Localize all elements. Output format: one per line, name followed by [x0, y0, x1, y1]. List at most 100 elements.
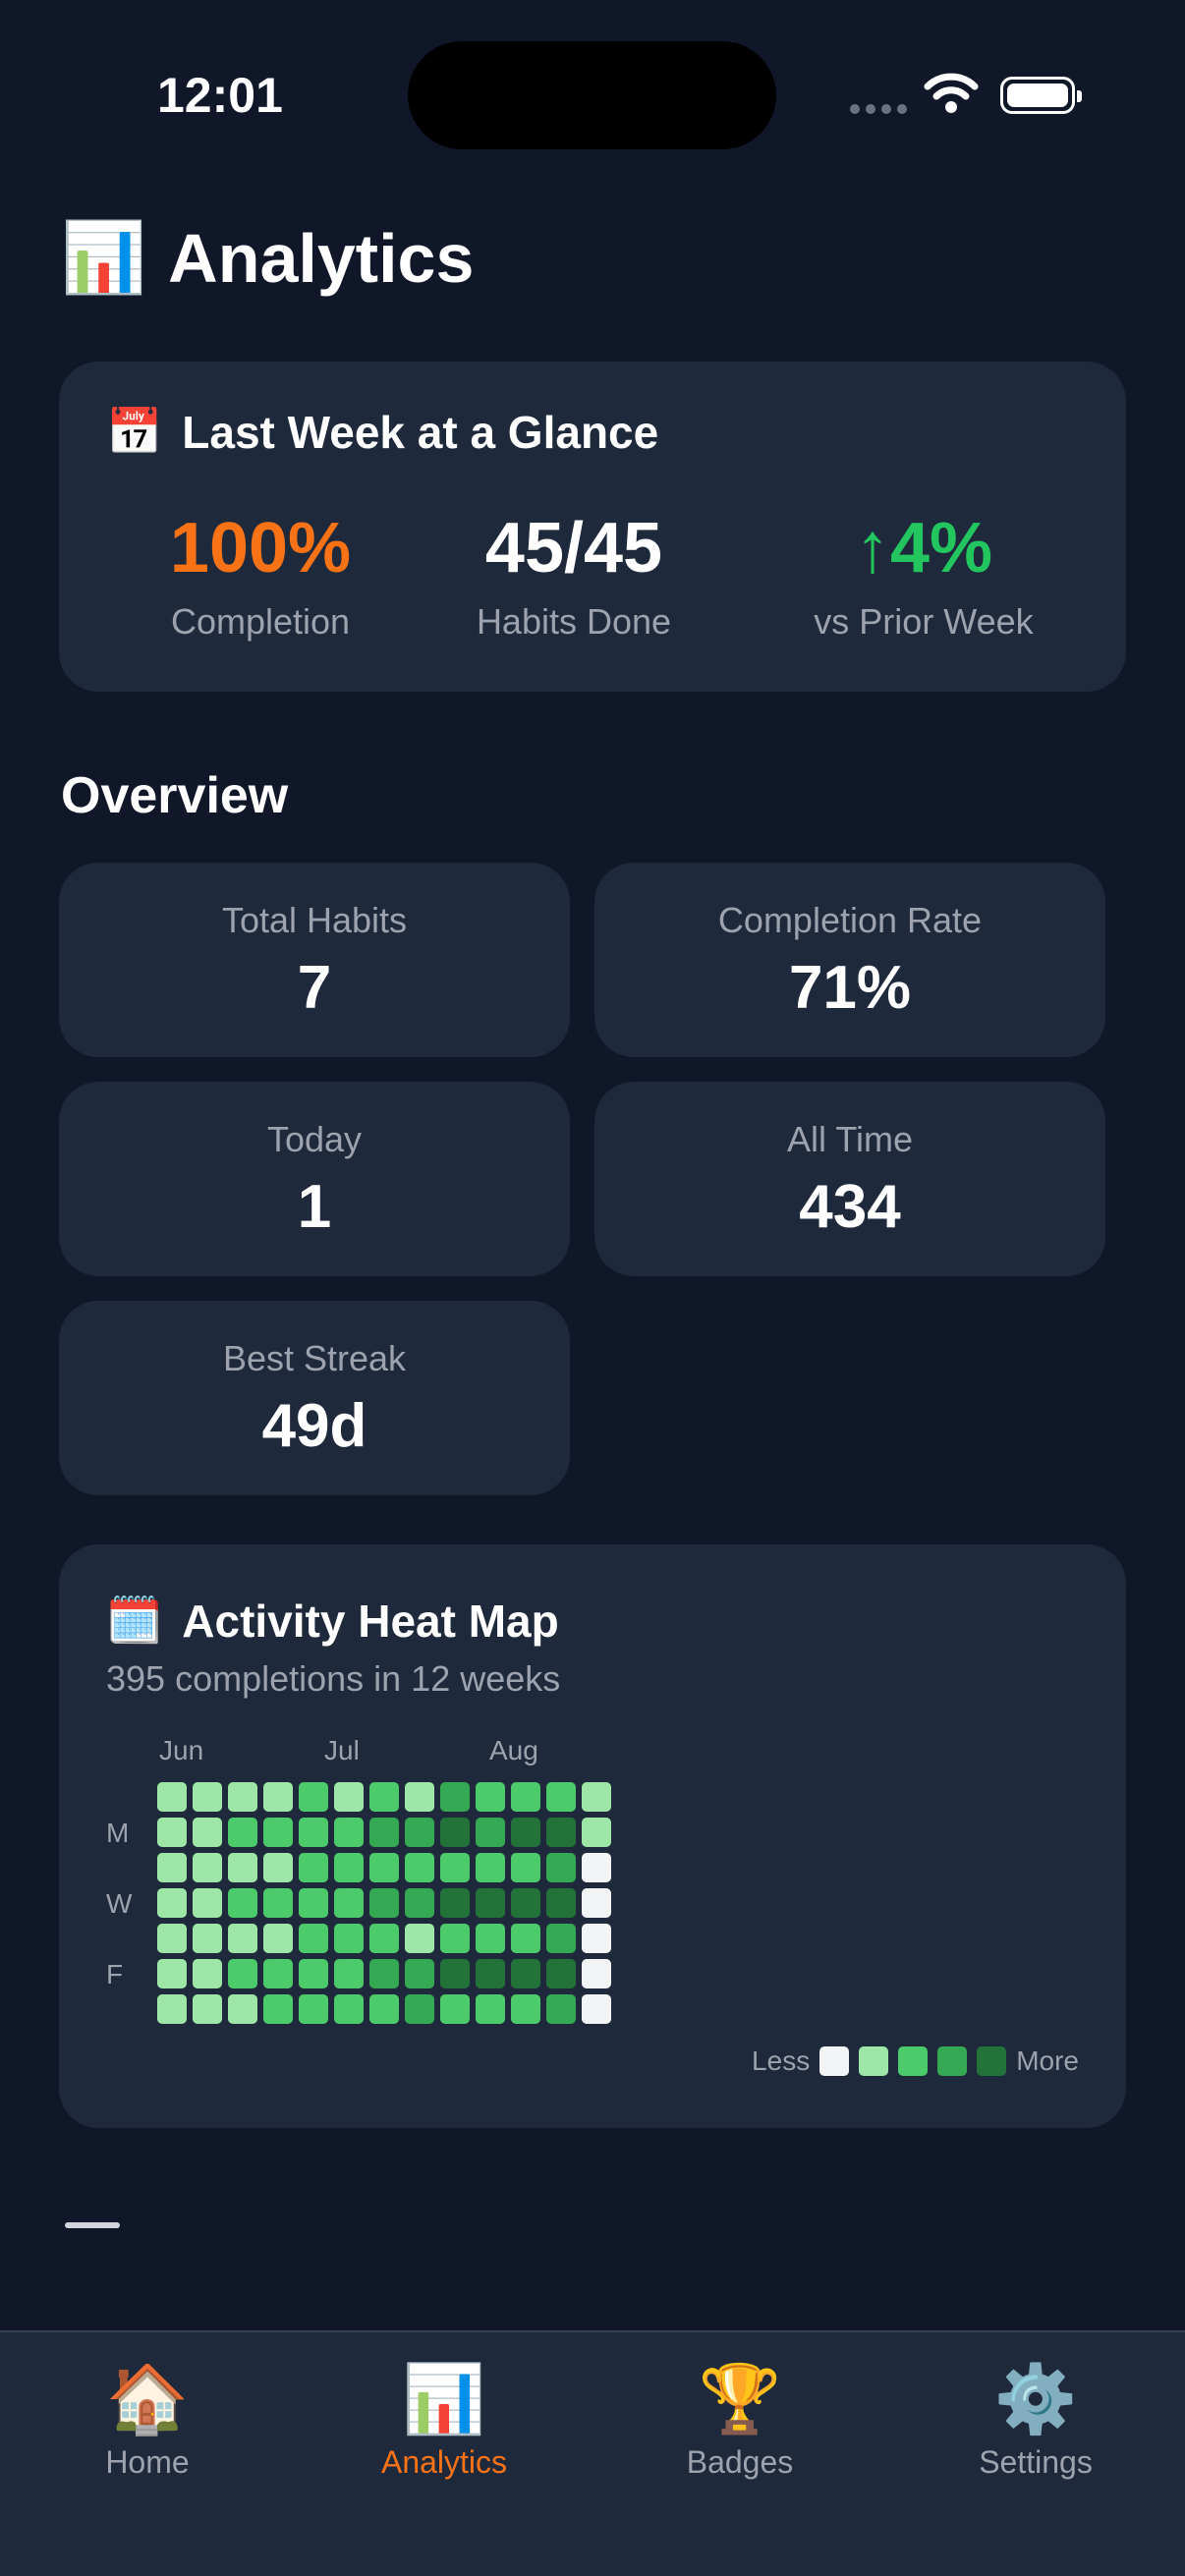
heatmap-cell	[369, 1888, 399, 1918]
stat-vs-prior-value: ↑4%	[854, 509, 993, 588]
heatmap-cell	[228, 1924, 257, 1953]
tile-label: Completion Rate	[717, 900, 983, 940]
heatmap-cell	[334, 1818, 364, 1847]
heatmap-cell	[582, 1853, 611, 1882]
heatmap-legend: Less More	[752, 2045, 1079, 2077]
legend-swatch	[859, 2046, 889, 2076]
heatmap-cell	[263, 1994, 293, 2024]
gear-icon: ⚙️	[993, 2362, 1078, 2436]
heatmap-cell	[440, 1888, 470, 1918]
heatmap-cell	[228, 1818, 257, 1847]
heatmap-cell	[157, 1782, 187, 1812]
tile-label: Today	[266, 1119, 363, 1159]
stat-habits-done-label: Habits Done	[476, 601, 672, 642]
tile-value: 434	[799, 1173, 901, 1241]
stat-vs-prior-label: vs Prior Week	[814, 601, 1034, 642]
tab-home[interactable]: 🏠 Home	[29, 2360, 265, 2481]
heatmap-cell	[263, 1853, 293, 1882]
legend-swatch	[937, 2046, 968, 2076]
trophy-icon: 🏆	[698, 2362, 782, 2436]
week-summary-card: 📅 Last Week at a Glance 100% Completion …	[59, 362, 1126, 692]
tile-value: 7	[297, 954, 332, 1022]
heatmap-cell	[476, 1782, 505, 1812]
heatmap-cell	[582, 1994, 611, 2024]
tab-settings[interactable]: ⚙️ Settings	[918, 2360, 1154, 2481]
heatmap-cell	[157, 1959, 187, 1988]
heatmap-cell	[334, 1924, 364, 1953]
page-title: 📊 Analytics	[61, 218, 474, 299]
heatmap-cell	[511, 1853, 540, 1882]
heatmap-grid	[157, 1782, 611, 2024]
heatmap-cell	[157, 1818, 187, 1847]
legend-swatch	[819, 2046, 850, 2076]
heatmap-cell	[299, 1994, 328, 2024]
heatmap-cell	[546, 1853, 576, 1882]
tab-label: Settings	[979, 2444, 1093, 2480]
tile-label: All Time	[786, 1119, 914, 1159]
heatmap-cell	[334, 1888, 364, 1918]
heatmap-cell	[582, 1782, 611, 1812]
heatmap-cell	[263, 1782, 293, 1812]
heatmap-cell	[582, 1818, 611, 1847]
tile-today: Today 1	[59, 1082, 570, 1276]
calendar-icon: 📅	[106, 406, 163, 457]
legend-more-label: More	[1016, 2045, 1079, 2076]
heatmap-cell	[193, 1853, 222, 1882]
stat-completion-value: 100%	[169, 509, 352, 588]
tile-completion-rate: Completion Rate 71%	[594, 863, 1105, 1057]
heatmap-cell	[228, 1994, 257, 2024]
heatmap-cell	[369, 1959, 399, 1988]
heatmap-card: 🗓️ Activity Heat Map 395 completions in …	[59, 1544, 1126, 2128]
heatmap-cell	[476, 1888, 505, 1918]
heatmap-cell	[157, 1853, 187, 1882]
heatmap-cell	[582, 1888, 611, 1918]
heatmap-cell	[157, 1888, 187, 1918]
tab-badges[interactable]: 🏆 Badges	[622, 2360, 858, 2481]
heatmap-cell	[334, 1994, 364, 2024]
heatmap-cell	[546, 1782, 576, 1812]
heatmap-cell	[193, 1994, 222, 2024]
tile-value: 71%	[788, 954, 912, 1022]
tab-analytics[interactable]: 📊 Analytics	[326, 2360, 562, 2481]
heatmap-cell	[546, 1924, 576, 1953]
overview-title: Overview	[61, 767, 289, 824]
stat-habits-done-value: 45/45	[484, 509, 663, 588]
tab-label: Analytics	[380, 2444, 508, 2480]
heatmap-cell	[546, 1959, 576, 1988]
heatmap-cell	[405, 1959, 434, 1988]
heatmap-cell	[263, 1888, 293, 1918]
heatmap-cell	[405, 1994, 434, 2024]
heatmap-cell	[263, 1818, 293, 1847]
heatmap-title: 🗓️ Activity Heat Map	[106, 1594, 559, 1648]
heatmap-cell	[193, 1959, 222, 1988]
heatmap-cell	[476, 1994, 505, 2024]
heatmap-cell	[299, 1959, 328, 1988]
heatmap-cell	[582, 1924, 611, 1953]
tab-label: Badges	[686, 2444, 794, 2480]
stat-habits-done: 45/45 Habits Done	[426, 509, 721, 643]
heatmap-cell	[228, 1782, 257, 1812]
spiral-calendar-icon: 🗓️	[106, 1595, 163, 1646]
heatmap-cell	[476, 1818, 505, 1847]
heatmap-subtitle: 395 completions in 12 weeks	[106, 1658, 561, 1699]
wifi-icon	[924, 73, 979, 113]
heatmap-cell	[157, 1924, 187, 1953]
heatmap-cell	[440, 1782, 470, 1812]
battery-icon	[1000, 77, 1082, 114]
heatmap-cell	[369, 1994, 399, 2024]
legend-swatch	[898, 2046, 929, 2076]
heatmap-cell	[263, 1924, 293, 1953]
heatmap-cell	[546, 1994, 576, 2024]
dynamic-island	[408, 41, 776, 149]
heatmap-title-text: Activity Heat Map	[182, 1595, 559, 1647]
month-label: Jun	[159, 1735, 204, 1765]
heatmap-cell	[440, 1853, 470, 1882]
signal-icon	[850, 104, 907, 114]
heatmap-cell	[582, 1959, 611, 1988]
heatmap-cell	[476, 1959, 505, 1988]
heatmap-cell	[299, 1888, 328, 1918]
stat-completion-label: Completion	[170, 601, 351, 642]
heatmap-cell	[369, 1924, 399, 1953]
heatmap-cell	[334, 1959, 364, 1988]
heatmap-cell	[193, 1888, 222, 1918]
